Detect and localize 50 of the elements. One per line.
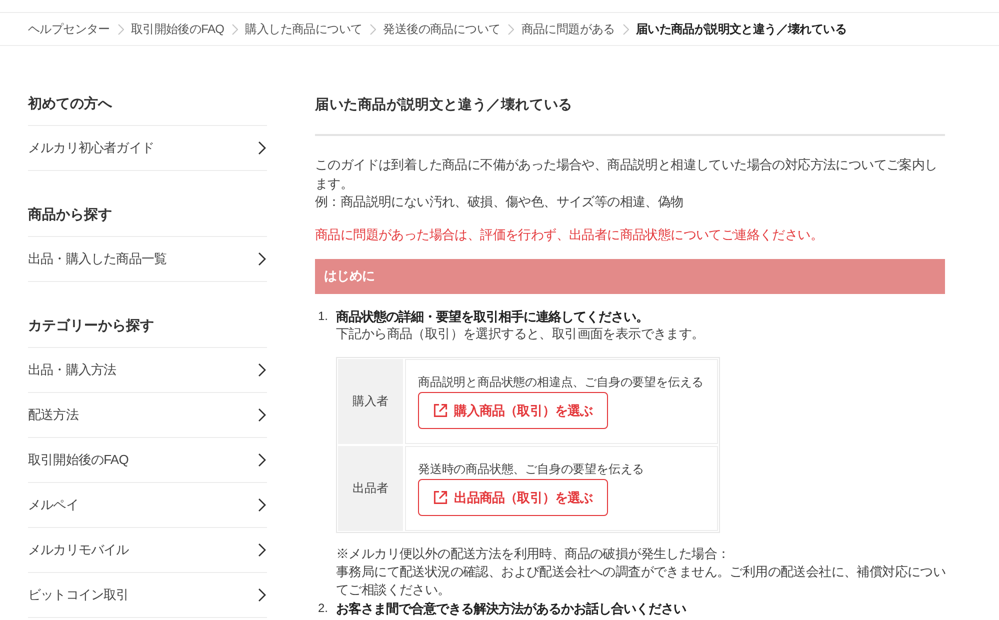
external-link-icon (433, 403, 448, 418)
sidebar-heading: カテゴリーから探す (28, 316, 154, 335)
chevron-right-icon (258, 363, 266, 377)
sidebar-link[interactable]: 取引開始後のFAQ (28, 438, 267, 483)
breadcrumb-link[interactable]: ヘルプセンター (28, 22, 110, 36)
chevron-right-icon (258, 588, 266, 602)
breadcrumb-current-page: 届いた商品が説明文と違う／壊れている (636, 22, 846, 36)
chevron-right-icon (232, 24, 238, 34)
sidebar-link[interactable]: ビットコイン取引 (28, 573, 267, 618)
chevron-right-icon (258, 543, 266, 557)
chevron-right-icon (258, 453, 266, 467)
role-cell: 購入者 (338, 359, 403, 444)
sidebar-link[interactable]: メルカリモバイル (28, 528, 267, 573)
section-heading: はじめに (315, 258, 945, 294)
external-link-icon (433, 490, 448, 505)
chevron-right-icon (370, 24, 376, 34)
chevron-right-icon (508, 24, 514, 34)
note-text: 事務局にて配送状況の確認、および配送会社への調査ができません。ご利用の配送会社に、補償対応についてご相談ください。 (336, 563, 947, 599)
chevron-right-icon (258, 498, 266, 512)
chevron-right-icon (258, 141, 266, 155)
warning-text: 商品に問題があった場合は、評価を行わず、出品者に商品状態についてご連絡ください。 (315, 226, 824, 244)
step-number: 2. (318, 600, 330, 617)
cell-description: 商品説明と商品状態の相違点、ご自身の要望を伝える (418, 375, 704, 390)
select-item-button[interactable]: 購入商品（取引）を選ぶ (418, 392, 608, 429)
role-cell: 出品者 (338, 446, 403, 531)
step-number: 1. (318, 308, 330, 324)
sidebar-link[interactable]: メルペイ (28, 483, 267, 528)
intro-text: このガイドは到着した商品に不備があった場合や、商品説明と相違していた場合の対応方法についてご案内します。 (315, 156, 938, 192)
chevron-right-icon (622, 24, 629, 34)
sidebar-link[interactable]: メルカリ初心者ガイド (28, 126, 267, 171)
note-text: ※メルカリ便以外の配送方法を利用時、商品の破損が発生した場合： (336, 545, 731, 563)
breadcrumb-link[interactable]: 購入した商品について (245, 22, 362, 36)
example-text: 例：商品説明にない汚れ、破損、傷や色、サイズ等の相違、偽物 (315, 193, 684, 211)
sidebar-link[interactable]: 出品・購入した商品一覧 (28, 237, 267, 282)
chevron-right-icon (118, 24, 124, 34)
sidebar-link[interactable]: 配送方法 (28, 393, 267, 438)
sidebar-link[interactable]: 出品・購入方法 (28, 348, 267, 393)
chevron-right-icon (258, 408, 266, 422)
breadcrumb-link[interactable]: 取引開始後のFAQ (130, 22, 224, 36)
breadcrumb-link[interactable]: 発送後の商品について (383, 22, 500, 36)
article-title: 届いた商品が説明文と違う／壊れている (315, 95, 572, 114)
chevron-right-icon (258, 252, 266, 266)
step-text: 下記から商品（取引）を選択すると、取引画面を表示できます。 (336, 324, 706, 342)
step-title: 商品状態の詳細・要望を取引相手に連絡してください。 (336, 308, 650, 324)
sidebar-heading: 商品から探す (28, 205, 112, 224)
step-title: お客さま間で合意できる解決方法があるかお話し合いください (336, 600, 688, 617)
select-item-button[interactable]: 出品商品（取引）を選ぶ (418, 479, 608, 516)
cell-description: 発送時の商品状態、ご自身の要望を伝える (418, 462, 644, 477)
sidebar-heading: 初めての方へ (28, 94, 112, 113)
breadcrumb-link[interactable]: 商品に問題がある (521, 22, 615, 36)
